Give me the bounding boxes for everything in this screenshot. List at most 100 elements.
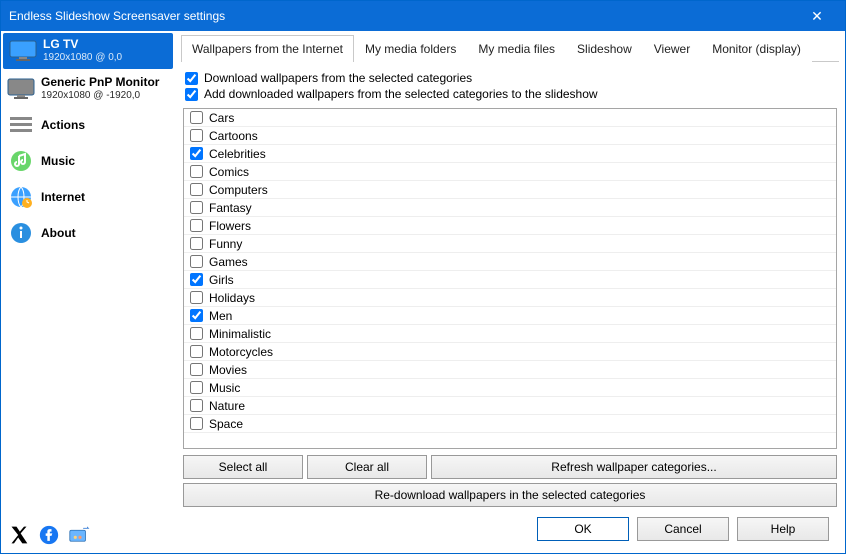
category-item[interactable]: Cars [184,109,836,127]
category-item[interactable]: Nature [184,397,836,415]
sidebar-icon [7,111,35,139]
title-bar: Endless Slideshow Screensaver settings ✕ [1,1,845,31]
sidebar-icon [7,219,35,247]
category-checkbox[interactable] [190,201,203,214]
category-label: Minimalistic [209,327,271,341]
sidebar-item-lg-tv[interactable]: LG TV1920x1080 @ 0,0 [3,33,173,69]
tab-slideshow[interactable]: Slideshow [566,35,643,62]
option-download-checkbox[interactable] [185,72,198,85]
category-label: Computers [209,183,268,197]
category-label: Space [209,417,243,431]
tab-strip: Wallpapers from the InternetMy media fol… [181,35,839,62]
category-item[interactable]: Cartoons [184,127,836,145]
category-label: Movies [209,363,247,377]
category-label: Nature [209,399,245,413]
category-item[interactable]: Flowers [184,217,836,235]
refresh-categories-button[interactable]: Refresh wallpaper categories... [431,455,837,479]
x-twitter-icon[interactable] [9,525,29,545]
category-checkbox[interactable] [190,327,203,340]
category-checkbox[interactable] [190,147,203,160]
sidebar-item-label: LG TV [43,37,122,51]
tab-monitor-display-[interactable]: Monitor (display) [701,35,812,62]
window-title: Endless Slideshow Screensaver settings [9,9,797,23]
category-item[interactable]: Celebrities [184,145,836,163]
category-label: Flowers [209,219,251,233]
category-label: Men [209,309,232,323]
option-add-checkbox[interactable] [185,88,198,101]
ok-button[interactable]: OK [537,517,629,541]
category-checkbox[interactable] [190,183,203,196]
category-checkbox[interactable] [190,219,203,232]
option-add-to-slideshow[interactable]: Add downloaded wallpapers from the selec… [181,86,839,102]
category-checkbox[interactable] [190,255,203,268]
redownload-button[interactable]: Re-download wallpapers in the selected c… [183,483,837,507]
sidebar-item-internet[interactable]: Internet [1,179,175,215]
sidebar-item-label: About [41,226,76,240]
sidebar-item-actions[interactable]: Actions [1,107,175,143]
sidebar-icon [7,75,35,103]
tab-my-media-folders[interactable]: My media folders [354,35,467,62]
category-label: Holidays [209,291,255,305]
category-label: Funny [209,237,242,251]
category-label: Girls [209,273,234,287]
category-item[interactable]: Space [184,415,836,433]
option-download[interactable]: Download wallpapers from the selected ca… [181,70,839,86]
tab-wallpapers-from-the-internet[interactable]: Wallpapers from the Internet [181,35,354,62]
sidebar-item-music[interactable]: Music [1,143,175,179]
tab-my-media-files[interactable]: My media files [467,35,566,62]
category-checkbox[interactable] [190,129,203,142]
category-item[interactable]: Computers [184,181,836,199]
category-label: Motorcycles [209,345,273,359]
category-item[interactable]: Funny [184,235,836,253]
clear-all-button[interactable]: Clear all [307,455,427,479]
close-button[interactable]: ✕ [797,8,837,25]
category-label: Games [209,255,248,269]
category-checkbox[interactable] [190,345,203,358]
sidebar-icon [7,147,35,175]
category-item[interactable]: Comics [184,163,836,181]
category-checkbox[interactable] [190,417,203,430]
share-icon[interactable] [69,525,91,545]
sidebar-icon [7,183,35,211]
category-checkbox[interactable] [190,291,203,304]
category-label: Celebrities [209,147,266,161]
sidebar-item-about[interactable]: About [1,215,175,251]
category-checkbox[interactable] [190,309,203,322]
option-download-label: Download wallpapers from the selected ca… [204,71,472,85]
category-item[interactable]: Motorcycles [184,343,836,361]
select-all-button[interactable]: Select all [183,455,303,479]
sidebar-item-label: Generic PnP Monitor [41,75,159,89]
tab-wallpapers-internet: Download wallpapers from the selected ca… [181,62,839,509]
category-item[interactable]: Men [184,307,836,325]
category-item[interactable]: Girls [184,271,836,289]
category-checkbox[interactable] [190,165,203,178]
category-item[interactable]: Fantasy [184,199,836,217]
category-checkbox[interactable] [190,399,203,412]
category-checkbox[interactable] [190,363,203,376]
help-button[interactable]: Help [737,517,829,541]
category-item[interactable]: Games [184,253,836,271]
sidebar-item-generic-pnp-monitor[interactable]: Generic PnP Monitor1920x1080 @ -1920,0 [1,71,175,107]
category-item[interactable]: Music [184,379,836,397]
category-label: Cartoons [209,129,258,143]
category-checkbox[interactable] [190,273,203,286]
cancel-button[interactable]: Cancel [637,517,729,541]
category-label: Comics [209,165,249,179]
category-checkbox[interactable] [190,381,203,394]
tab-viewer[interactable]: Viewer [643,35,701,62]
facebook-icon[interactable] [39,525,59,545]
main-panel: Wallpapers from the InternetMy media fol… [175,31,845,553]
sidebar-item-sub: 1920x1080 @ 0,0 [43,51,122,65]
sidebar-item-label: Internet [41,190,85,204]
category-checkbox[interactable] [190,237,203,250]
sidebar-footer [1,517,175,553]
dialog-footer: OK Cancel Help [181,509,839,549]
category-label: Music [209,381,240,395]
category-item[interactable]: Minimalistic [184,325,836,343]
sidebar-item-label: Music [41,154,75,168]
category-list[interactable]: Cars Cartoons Celebrities Comics Computers Fa… [183,108,837,449]
category-checkbox[interactable] [190,111,203,124]
category-item[interactable]: Holidays [184,289,836,307]
sidebar-item-sub: 1920x1080 @ -1920,0 [41,89,159,103]
category-item[interactable]: Movies [184,361,836,379]
